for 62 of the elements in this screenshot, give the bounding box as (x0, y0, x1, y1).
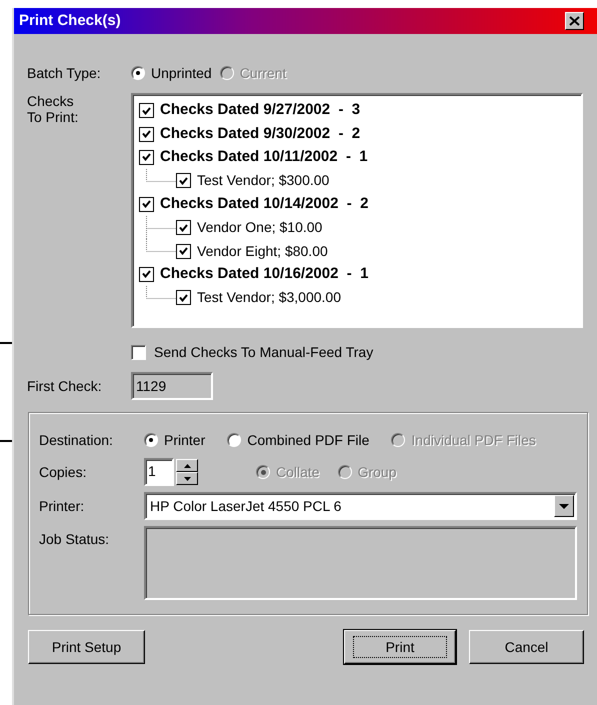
tree-item-label[interactable]: Test Vendor; $3,000.00 (197, 287, 341, 308)
checkbox[interactable] (139, 103, 154, 118)
tree-item-label[interactable]: Checks Dated 10/14/2002 - 2 (160, 193, 368, 216)
checkbox[interactable] (176, 290, 191, 306)
copies-label: Copies: (39, 462, 88, 482)
radio-label: Collate (276, 462, 320, 482)
destination-label: Destination: (39, 430, 114, 450)
printer-label: Printer: (39, 496, 86, 516)
dialog-button[interactable]: Print (344, 630, 456, 664)
tree-item-label[interactable]: Checks Dated 9/27/2002 - 3 (160, 99, 360, 122)
radio-button[interactable] (227, 433, 242, 447)
radio-label: Individual PDF Files (411, 430, 536, 450)
checks-to-print-label: Checks To Print: (27, 93, 80, 128)
copies-field[interactable]: 1 (144, 458, 174, 486)
check-mark-icon (142, 106, 151, 115)
printer-dropdown[interactable]: HP Color LaserJet 4550 PCL 6 (144, 492, 577, 520)
check-mark-icon (142, 130, 151, 138)
spin-up-button[interactable] (176, 459, 198, 472)
first-check-field[interactable]: 1129 (131, 372, 213, 400)
radio-label: Unprinted (151, 64, 212, 83)
radio-label: Printer (164, 430, 206, 450)
radio-button[interactable] (144, 433, 158, 447)
tree-item-label[interactable]: Checks Dated 9/30/2002 - 2 (160, 122, 360, 146)
tree-item-label[interactable]: Checks Dated 10/16/2002 - 1 (160, 263, 368, 286)
radio-label: Group (358, 462, 397, 482)
dialog-button[interactable]: Print Setup (28, 630, 145, 664)
check-mark-icon (142, 270, 151, 278)
check-mark-icon (179, 247, 188, 256)
checkbox[interactable] (131, 344, 146, 360)
radio-label: Combined PDF File (247, 430, 370, 450)
check-mark-icon (142, 200, 151, 208)
checkbox[interactable] (176, 173, 191, 188)
dropdown-arrow-icon (559, 504, 569, 508)
spin-down-button[interactable] (176, 472, 198, 485)
tree-item-label[interactable]: Test Vendor; $300.00 (197, 170, 330, 192)
check-mark-icon (179, 224, 188, 232)
checkbox[interactable] (139, 196, 154, 212)
radio-label: Current (240, 64, 286, 82)
close-icon (569, 16, 580, 26)
up-arrow-icon (184, 464, 190, 468)
check-mark-icon (179, 176, 188, 185)
tree-connector (146, 286, 176, 300)
check-mark-icon (179, 294, 188, 302)
manual-feed-label: Send Checks To Manual-Feed Tray (154, 342, 374, 362)
checkbox[interactable] (139, 126, 154, 142)
close-button[interactable] (565, 12, 584, 30)
batch-type-label: Batch Type: (27, 64, 102, 83)
radio-button[interactable] (131, 66, 145, 80)
tree-item-label[interactable]: Vendor One; $10.00 (197, 217, 322, 238)
tree-item-label[interactable]: Checks Dated 10/11/2002 - 1 (160, 146, 368, 169)
window-title: Print Check(s) (19, 10, 121, 31)
tree-connector (146, 169, 176, 182)
dialog-button[interactable]: Cancel (469, 630, 584, 664)
checkbox[interactable] (176, 244, 191, 259)
checkbox[interactable] (139, 266, 154, 282)
down-arrow-icon (184, 476, 190, 480)
job-status-label: Job Status: (39, 530, 110, 549)
checkbox[interactable] (176, 220, 191, 236)
first-check-label: First Check: (27, 376, 103, 396)
tree-item-label[interactable]: Vendor Eight; $80.00 (197, 240, 328, 262)
checkbox[interactable] (139, 150, 154, 165)
check-mark-icon (142, 153, 151, 162)
